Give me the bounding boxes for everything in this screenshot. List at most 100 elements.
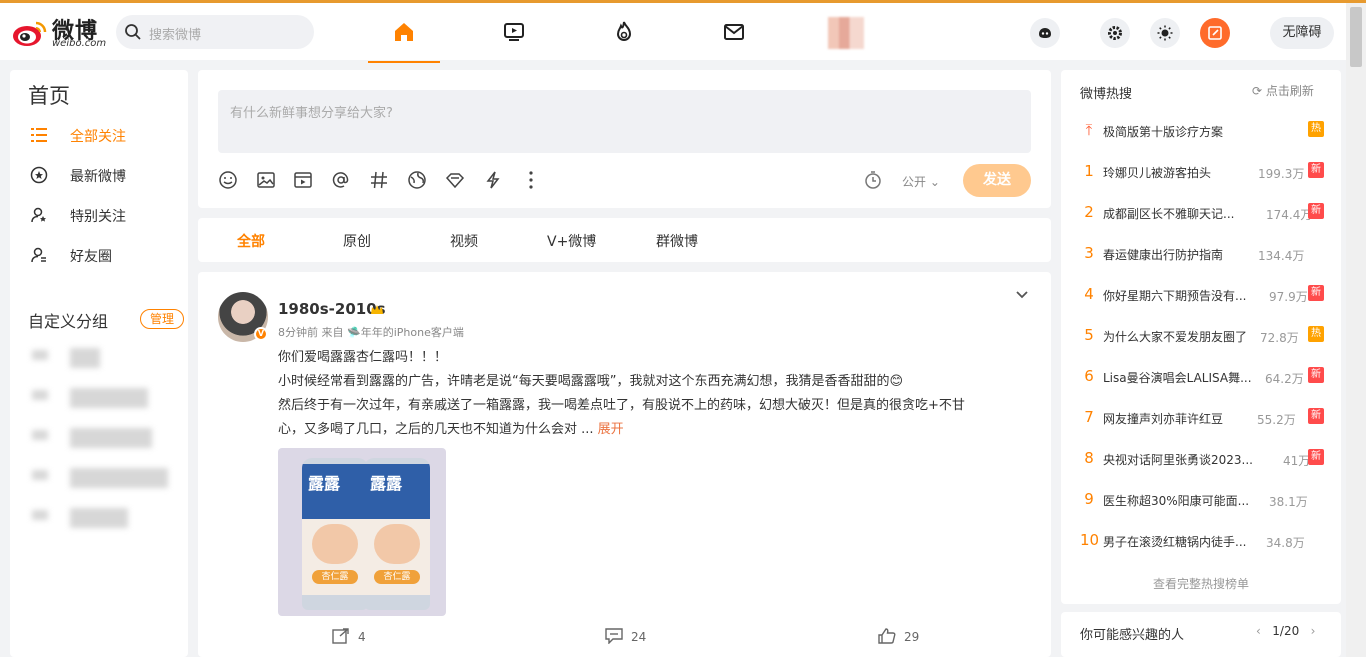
hot-search-item[interactable]: 9 医生称超30%阳康可能面... 38.1万	[1080, 490, 1326, 510]
mention-icon[interactable]	[331, 170, 351, 190]
see-all-hot-link[interactable]: 查看完整热搜榜单	[1153, 575, 1249, 592]
hot-badge: 热	[1308, 326, 1324, 342]
hot-title: 央视对话阿里张勇谈2023...	[1103, 453, 1253, 467]
suggested-users-title: 你可能感兴趣的人	[1080, 628, 1185, 643]
nav-mail[interactable]	[698, 6, 770, 63]
manage-groups-button[interactable]: 管理	[140, 309, 184, 329]
post-text-line-last: 心，又多喝了几口，之后的几天也不知道为什么会对 ... 展开	[278, 418, 624, 437]
hot-title: 玲娜贝儿被游客拍头	[1103, 166, 1212, 180]
accessibility-button[interactable]: 无障碍	[1270, 17, 1334, 49]
hot-count: 174.4万	[1266, 208, 1313, 222]
hot-count: 38.1万	[1269, 495, 1308, 509]
hot-count: 55.2万	[1257, 413, 1296, 427]
post-text-line: 你们爱喝露露杏仁露吗！！！	[278, 350, 448, 365]
member-crown-icon	[371, 305, 383, 314]
hot-title: 网友撞声刘亦菲许红豆	[1103, 412, 1224, 426]
hot-badge: 新	[1308, 162, 1324, 178]
latest-icon	[30, 166, 48, 184]
tab-all[interactable]: 全部	[237, 231, 265, 251]
user-avatar[interactable]	[828, 17, 864, 49]
next-icon[interactable]: ›	[1311, 624, 1316, 638]
weibo-logo-icon	[13, 21, 47, 46]
nav-hot[interactable]	[588, 6, 660, 63]
hot-rank: 3	[1084, 244, 1094, 262]
hot-search-item[interactable]: 5 为什么大家不爱发朋友圈了 72.8万热	[1080, 326, 1326, 346]
hot-search-item[interactable]: 4 你好星期六下期预告没有... 97.9万新	[1080, 285, 1326, 305]
group-icon-blurred	[32, 350, 48, 360]
tab-original[interactable]: 原创	[343, 231, 371, 251]
hot-search-item[interactable]: 7 网友撞声刘亦菲许红豆 55.2万新	[1080, 408, 1326, 428]
search-input[interactable]: 搜索微博	[116, 15, 314, 49]
hot-rank: 1	[1084, 162, 1094, 180]
chevron-down-icon[interactable]	[1015, 289, 1029, 301]
super-topic-icon[interactable]	[445, 170, 465, 190]
feed-tabs	[198, 218, 1051, 262]
settings-button[interactable]	[1100, 18, 1130, 48]
location-icon[interactable]	[407, 170, 427, 190]
chevron-down-icon: ⌄	[929, 175, 940, 189]
prev-icon[interactable]: ‹	[1256, 624, 1261, 638]
hot-title: 成都副区长不雅聊天记...	[1103, 207, 1235, 221]
expand-link[interactable]: 展开	[598, 422, 624, 437]
like-count: 29	[904, 630, 920, 644]
topic-icon[interactable]	[369, 170, 389, 190]
hot-search-item[interactable]: ⤒ 极简版第十版诊疗方案 热	[1080, 121, 1326, 141]
image-icon[interactable]	[256, 170, 276, 190]
hot-search-item[interactable]: 6 Lisa曼谷演唱会LALISA舞... 64.2万新	[1080, 367, 1326, 387]
hot-badge: 新	[1308, 367, 1324, 383]
visibility-select[interactable]: 公开 ⌄	[902, 173, 940, 190]
video-icon	[504, 23, 524, 41]
post-time[interactable]: 8分钟前	[278, 326, 318, 339]
hot-count: 134.4万	[1258, 249, 1305, 263]
sidebar-item-label: 特别关注	[70, 209, 126, 225]
search-placeholder: 搜索微博	[149, 28, 202, 43]
composer-input[interactable]: 有什么新鲜事想分享给大家?	[218, 90, 1031, 153]
nav-video[interactable]	[478, 6, 550, 63]
weibo-logo[interactable]: 微博 weibo.com	[12, 13, 106, 49]
nav-home[interactable]	[368, 6, 440, 63]
compose-icon	[1208, 26, 1222, 40]
hot-count: 97.9万	[1269, 290, 1308, 304]
emoji-icon[interactable]	[218, 170, 238, 190]
hot-rank: 8	[1084, 449, 1094, 467]
hot-search-item[interactable]: 8 央视对话阿里张勇谈2023... 41万新	[1080, 449, 1326, 469]
hot-search-item[interactable]: 10 男子在滚烫红糖锅内徒手... 34.8万	[1080, 531, 1326, 551]
hot-count: 41万	[1283, 454, 1311, 468]
game-button[interactable]	[1030, 18, 1060, 48]
hot-badge: 新	[1308, 449, 1324, 465]
friends-icon	[31, 247, 46, 263]
scrollbar-thumb[interactable]	[1350, 7, 1362, 67]
hot-rank: 5	[1084, 326, 1094, 344]
post-image[interactable]: 露露 杏仁露 露露 杏仁露	[278, 448, 446, 616]
can-brand: 露露	[308, 474, 341, 493]
group-name-blurred[interactable]	[70, 428, 152, 448]
group-name-blurred[interactable]	[70, 508, 128, 528]
hot-count: 64.2万	[1265, 372, 1304, 386]
group-icon-blurred	[32, 470, 48, 480]
group-name-blurred[interactable]	[70, 348, 100, 368]
timer-icon[interactable]	[863, 170, 883, 190]
top-bar: 微博 weibo.com 搜索微博 无障碍	[0, 3, 1346, 63]
can-face	[374, 524, 420, 564]
hot-title: 你好星期六下期预告没有...	[1103, 289, 1247, 303]
group-name-blurred[interactable]	[70, 388, 148, 408]
hot-search-item[interactable]: 3 春运健康出行防护指南 134.4万	[1080, 244, 1326, 264]
send-button[interactable]: 发送	[963, 164, 1031, 197]
compose-button[interactable]	[1200, 18, 1230, 48]
sidebar-item-label: 最新微博	[70, 169, 126, 185]
more-icon[interactable]	[521, 170, 541, 190]
page-scrollbar[interactable]	[1346, 3, 1366, 657]
tab-video[interactable]: 视频	[450, 231, 478, 251]
hot-search-item[interactable]: 1 玲娜贝儿被游客拍头 199.3万新	[1080, 162, 1326, 182]
video-icon[interactable]	[293, 170, 313, 190]
refresh-button[interactable]: ⟳ 点击刷新	[1252, 82, 1314, 99]
lightning-icon[interactable]	[483, 170, 503, 190]
tab-vplus[interactable]: V+微博	[547, 231, 596, 251]
comment-count: 24	[631, 630, 647, 644]
hot-search-item[interactable]: 2 成都副区长不雅聊天记... 174.4万新	[1080, 203, 1326, 223]
post-text-line: 然后终于有一次过年，有亲戚送了一箱露露，我一喝差点吐了，有股说不上的药味，幻想大…	[278, 398, 965, 413]
group-name-blurred[interactable]	[70, 468, 168, 488]
special-follow-icon	[31, 207, 46, 223]
tab-group[interactable]: 群微博	[656, 231, 698, 251]
theme-button[interactable]	[1150, 18, 1180, 48]
